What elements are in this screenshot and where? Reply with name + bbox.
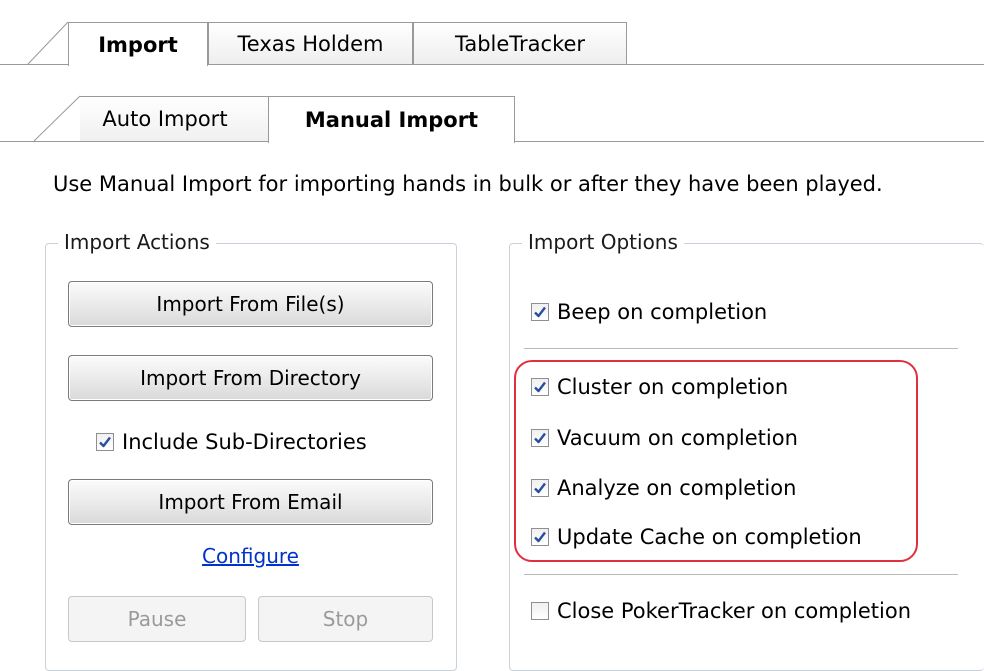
- tab-import[interactable]: Import: [68, 22, 208, 66]
- import-from-files-button[interactable]: Import From File(s): [68, 281, 433, 327]
- update-cache-on-completion-label: Update Cache on completion: [557, 525, 862, 549]
- beep-on-completion-label: Beep on completion: [557, 300, 768, 324]
- tab-texas-holdem[interactable]: Texas Holdem: [208, 22, 413, 64]
- checkbox-icon[interactable]: [531, 429, 549, 447]
- manual-import-description: Use Manual Import for importing hands in…: [53, 172, 883, 196]
- close-pokertracker-on-completion-label: Close PokerTracker on completion: [557, 599, 912, 623]
- configure-link-wrap: Configure: [68, 544, 433, 568]
- analyze-on-completion-label: Analyze on completion: [557, 476, 797, 500]
- options-separator-top: [524, 348, 958, 350]
- configure-link[interactable]: Configure: [202, 544, 299, 568]
- vacuum-on-completion-checkbox[interactable]: Vacuum on completion: [531, 426, 798, 450]
- update-cache-on-completion-checkbox[interactable]: Update Cache on completion: [531, 525, 862, 549]
- checkbox-icon[interactable]: [531, 303, 549, 321]
- include-subdirectories-label: Include Sub-Directories: [122, 430, 367, 454]
- checkbox-icon[interactable]: [531, 528, 549, 546]
- stop-button[interactable]: Stop: [258, 596, 433, 642]
- beep-on-completion-checkbox[interactable]: Beep on completion: [531, 300, 767, 324]
- tab-manual-import[interactable]: Manual Import: [268, 96, 515, 143]
- options-separator-bottom: [524, 574, 958, 576]
- vacuum-on-completion-label: Vacuum on completion: [557, 426, 798, 450]
- cluster-on-completion-checkbox[interactable]: Cluster on completion: [531, 375, 788, 399]
- include-subdirectories-checkbox[interactable]: Include Sub-Directories: [96, 430, 367, 454]
- analyze-on-completion-checkbox[interactable]: Analyze on completion: [531, 476, 796, 500]
- import-options-title: Import Options: [522, 230, 684, 254]
- checkbox-icon[interactable]: [96, 433, 114, 451]
- tab-auto-import[interactable]: Auto Import: [80, 96, 270, 141]
- import-from-email-button[interactable]: Import From Email: [68, 479, 433, 525]
- import-from-directory-button[interactable]: Import From Directory: [68, 355, 433, 401]
- close-pokertracker-on-completion-checkbox[interactable]: Close PokerTracker on completion: [531, 599, 911, 623]
- checkbox-icon[interactable]: [531, 479, 549, 497]
- import-actions-title: Import Actions: [58, 230, 216, 254]
- checkbox-icon[interactable]: [531, 378, 549, 396]
- cluster-on-completion-label: Cluster on completion: [557, 375, 789, 399]
- pause-button[interactable]: Pause: [68, 596, 246, 642]
- tab-tabletracker[interactable]: TableTracker: [413, 22, 627, 64]
- checkbox-icon[interactable]: [531, 602, 549, 620]
